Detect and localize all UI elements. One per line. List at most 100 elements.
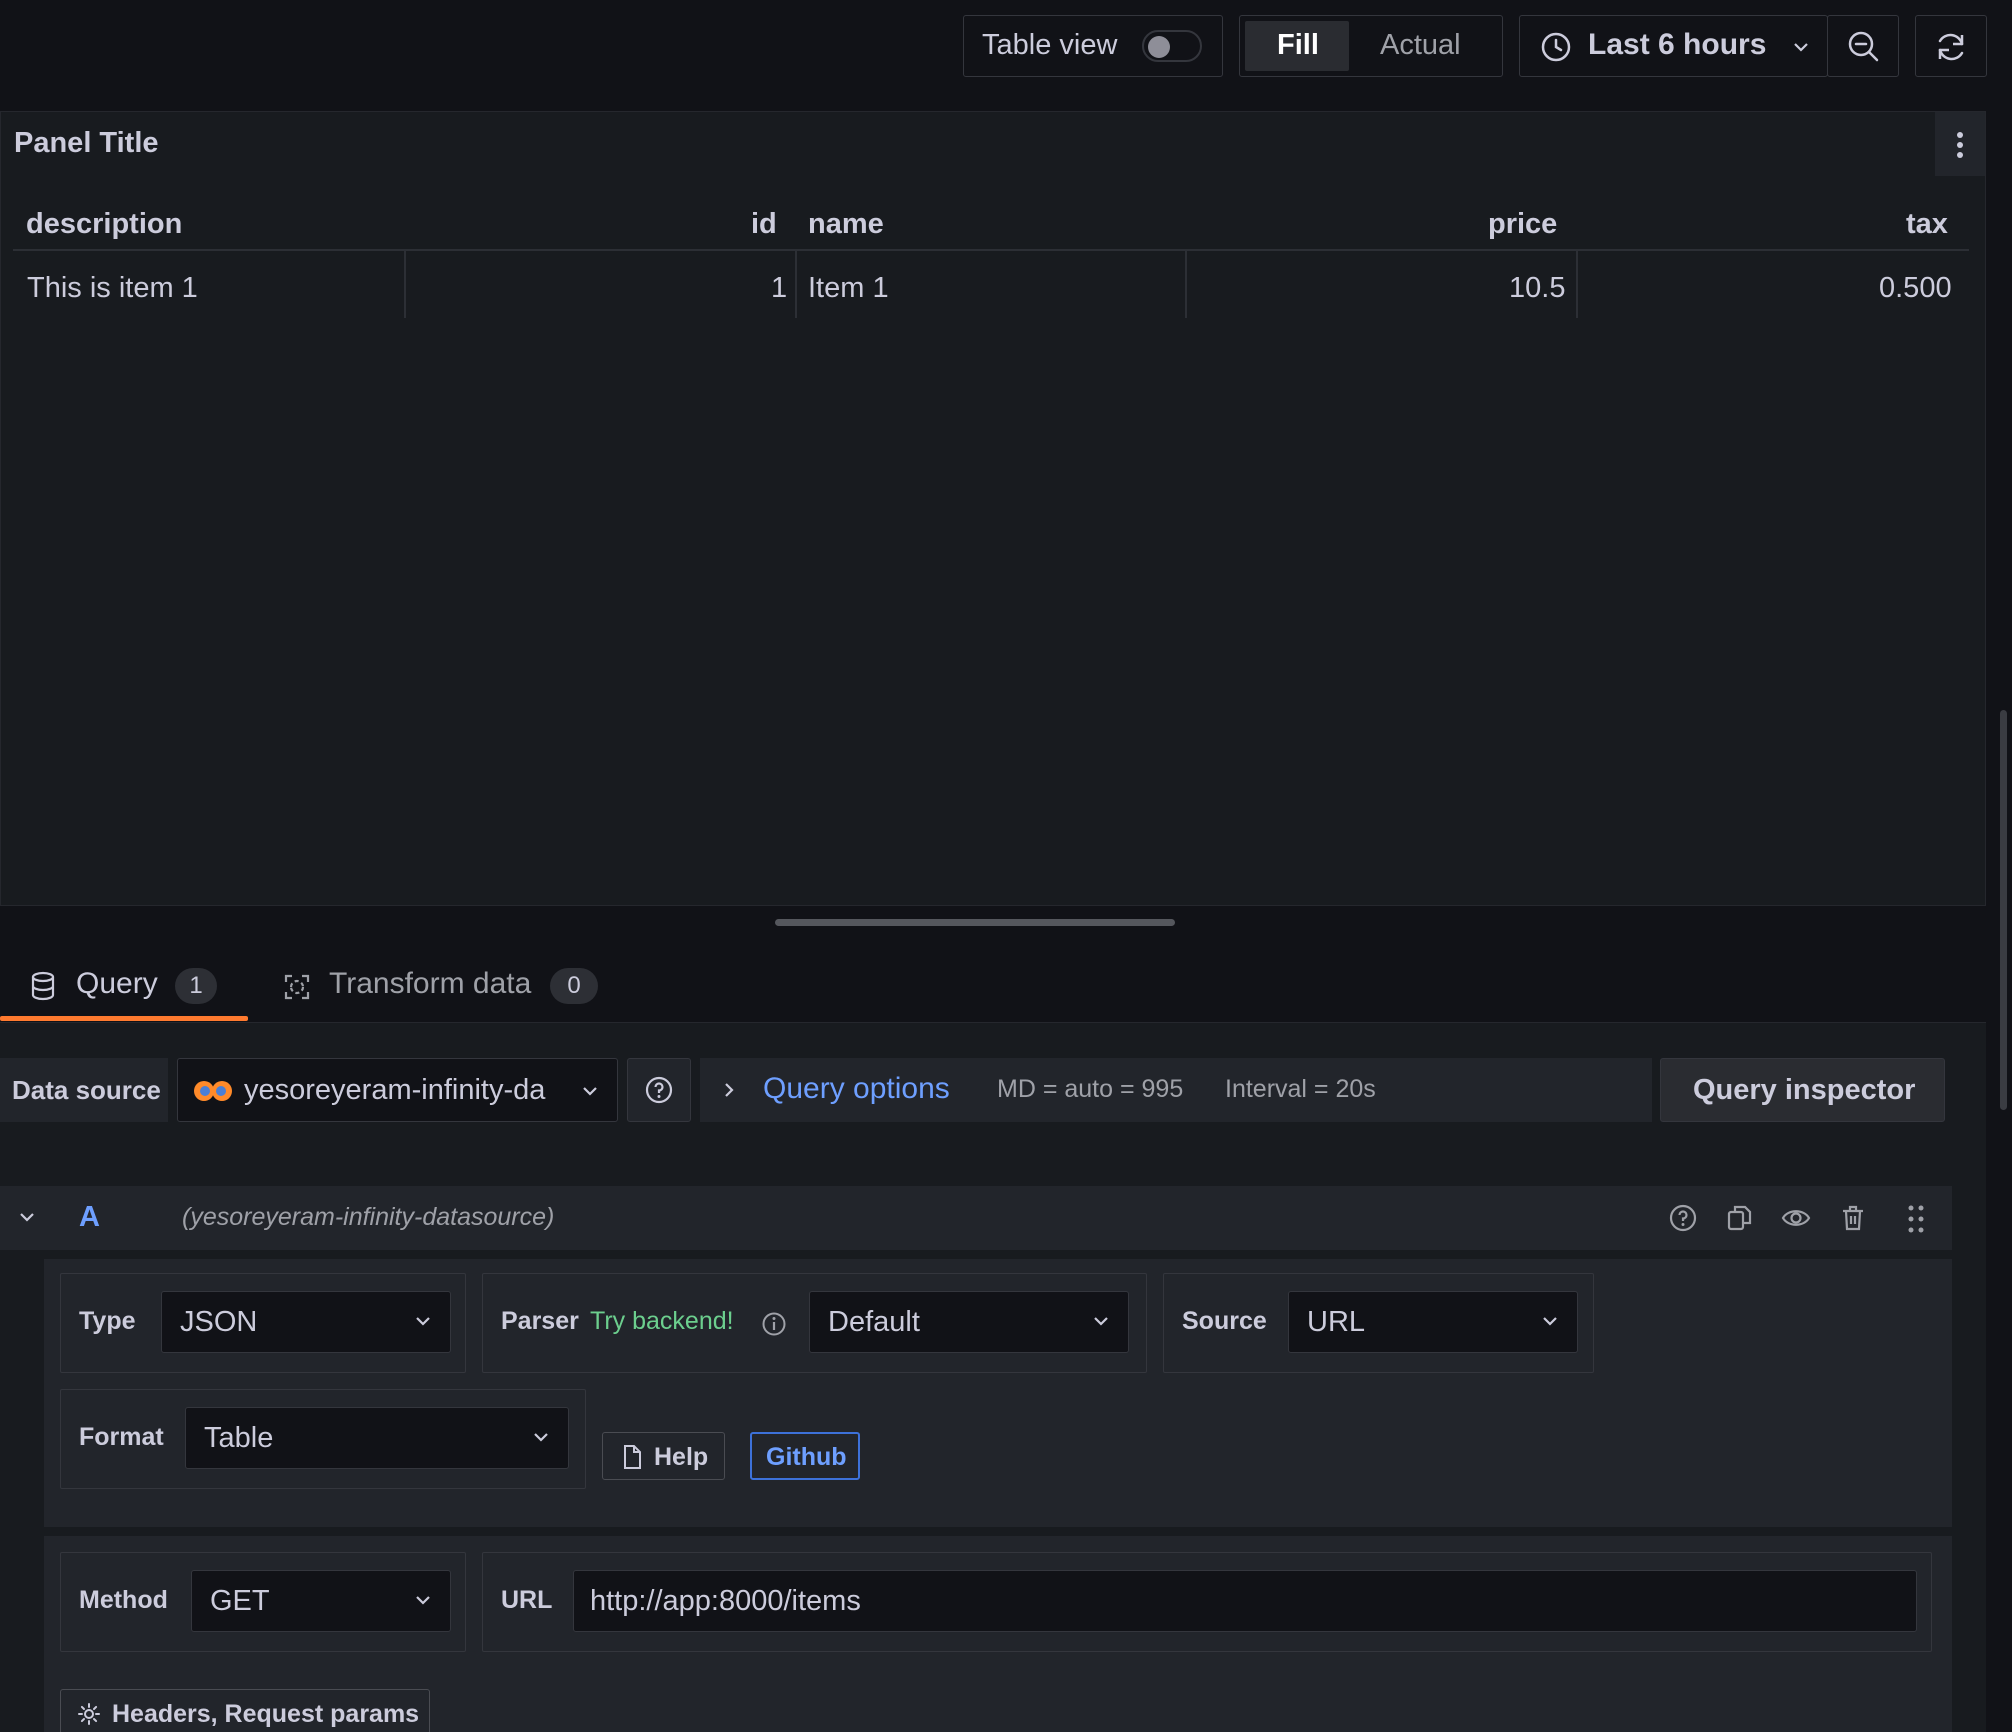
chevron-right-icon xyxy=(725,1083,734,1097)
column-divider xyxy=(1185,250,1187,318)
query-row-header[interactable]: A (yesoreyeram-infinity-datasource) xyxy=(0,1186,1952,1250)
method-group: Method GET xyxy=(60,1552,466,1652)
fill-label: Fill xyxy=(1277,29,1319,61)
trash-icon[interactable] xyxy=(1838,1203,1868,1233)
method-select[interactable]: GET xyxy=(191,1570,451,1632)
format-select[interactable]: Table xyxy=(185,1407,569,1469)
time-range-label: Last 6 hours xyxy=(1588,28,1767,61)
column-divider xyxy=(1576,250,1578,318)
format-value: Table xyxy=(204,1422,274,1454)
type-label: Type xyxy=(79,1307,136,1335)
method-label: Method xyxy=(79,1586,168,1614)
zoom-out-button[interactable] xyxy=(1827,15,1899,77)
chevron-down-icon xyxy=(1794,43,1808,52)
infinity-logo-icon xyxy=(194,1081,232,1101)
drag-handle-icon[interactable] xyxy=(1906,1203,1926,1235)
table-cell: 1 xyxy=(771,272,788,304)
parser-label: Parser xyxy=(501,1307,579,1335)
table-cell: Item 1 xyxy=(808,272,889,304)
source-group: Source URL xyxy=(1163,1273,1594,1373)
parser-group: Parser Try backend! Default xyxy=(482,1273,1147,1373)
zoom-out-icon xyxy=(1848,31,1879,62)
chevron-down-icon xyxy=(1543,1317,1557,1326)
query-inspector-button[interactable]: Query inspector xyxy=(1660,1058,1945,1122)
tab-transform[interactable]: Transform data 0 xyxy=(270,955,610,1021)
method-value: GET xyxy=(210,1585,270,1617)
format-label: Format xyxy=(79,1423,164,1451)
more-vertical-icon xyxy=(1957,132,1963,158)
refresh-icon xyxy=(1938,33,1964,61)
github-label: Github xyxy=(766,1443,847,1471)
datasource-value: yesoreyeram-infinity-da xyxy=(244,1074,546,1106)
time-range-picker[interactable]: Last 6 hours xyxy=(1519,15,1828,77)
table-view-toggle[interactable]: Table view xyxy=(963,15,1223,77)
column-header-price[interactable]: price xyxy=(1488,208,1557,241)
source-value: URL xyxy=(1307,1306,1366,1338)
fill-button[interactable]: Fill xyxy=(1245,21,1349,71)
tab-query-label: Query xyxy=(76,967,158,1000)
help-button[interactable]: Help xyxy=(602,1432,725,1480)
actual-button[interactable]: Actual xyxy=(1380,29,1461,62)
url-label: URL xyxy=(501,1586,553,1614)
query-ref-id[interactable]: A xyxy=(79,1201,100,1234)
column-divider xyxy=(795,250,797,318)
tab-transform-count: 0 xyxy=(550,968,598,1004)
duplicate-icon[interactable] xyxy=(1725,1203,1755,1233)
parser-value: Default xyxy=(828,1306,920,1338)
clock-icon xyxy=(1541,32,1571,62)
chevron-down-icon xyxy=(534,1433,548,1442)
table-cell: 0.500 xyxy=(1879,272,1952,304)
datasource-label: Data source xyxy=(12,1075,161,1105)
table-cell: 10.5 xyxy=(1509,272,1566,304)
editor-section-request: Method GET URL Headers, Request params xyxy=(44,1536,1952,1732)
query-inspector-label: Query inspector xyxy=(1693,1074,1916,1106)
info-icon xyxy=(762,1312,786,1336)
chevron-down-icon[interactable] xyxy=(18,1210,36,1226)
column-header-name[interactable]: name xyxy=(808,208,884,241)
tab-query[interactable]: Query 1 xyxy=(0,955,248,1025)
type-group: Type JSON xyxy=(60,1273,466,1373)
type-value: JSON xyxy=(180,1306,258,1338)
panel-menu-button[interactable] xyxy=(1935,112,1985,176)
active-tab-indicator xyxy=(0,1016,248,1021)
database-icon xyxy=(31,971,55,1001)
source-select[interactable]: URL xyxy=(1288,1291,1578,1353)
datasource-picker[interactable]: yesoreyeram-infinity-da xyxy=(177,1058,618,1122)
format-group: Format Table xyxy=(60,1389,586,1489)
panel: Panel Title description id name price ta… xyxy=(0,111,1986,906)
panel-title: Panel Title xyxy=(14,127,159,159)
query-options-label[interactable]: Query options xyxy=(763,1072,950,1106)
refresh-button[interactable] xyxy=(1915,15,1987,77)
datasource-help-button[interactable] xyxy=(627,1058,691,1122)
table-cell: This is item 1 xyxy=(27,272,198,304)
table-view-label: Table view xyxy=(982,29,1118,61)
source-label: Source xyxy=(1182,1307,1267,1335)
eye-icon[interactable] xyxy=(1781,1203,1811,1233)
column-header-tax[interactable]: tax xyxy=(1906,208,1948,241)
editor-section-main: Type JSON Parser Try backend! Default So… xyxy=(44,1259,1952,1527)
column-header-description[interactable]: description xyxy=(26,208,182,241)
column-header-id[interactable]: id xyxy=(751,208,777,241)
document-icon xyxy=(624,1445,641,1469)
table-header-divider xyxy=(13,249,1969,251)
scrollbar-thumb[interactable] xyxy=(2000,710,2007,1110)
headers-request-params-button[interactable]: Headers, Request params xyxy=(60,1689,430,1732)
parser-select[interactable]: Default xyxy=(809,1291,1129,1353)
help-circle-icon[interactable] xyxy=(1668,1203,1698,1233)
top-toolbar: Table view Fill Actual Last 6 hours xyxy=(0,0,2012,110)
table-view-switch[interactable] xyxy=(1142,30,1202,62)
datasource-label-box: Data source xyxy=(0,1058,168,1122)
chevron-down-icon xyxy=(1094,1317,1108,1326)
github-button[interactable]: Github xyxy=(750,1432,860,1480)
query-editor-area: Data source yesoreyeram-infinity-da Quer… xyxy=(0,1023,1986,1732)
column-divider xyxy=(404,250,406,318)
panel-resize-handle[interactable] xyxy=(775,919,1175,926)
chevron-down-icon xyxy=(583,1087,597,1096)
tab-transform-label: Transform data xyxy=(329,967,532,1000)
help-circle-icon xyxy=(645,1076,673,1104)
max-datapoints-info: MD = auto = 995 xyxy=(997,1075,1184,1103)
chevron-down-icon xyxy=(416,1596,430,1605)
query-options-bar[interactable]: Query options MD = auto = 995 Interval =… xyxy=(700,1058,1652,1122)
url-input[interactable] xyxy=(573,1570,1917,1632)
type-select[interactable]: JSON xyxy=(161,1291,451,1353)
